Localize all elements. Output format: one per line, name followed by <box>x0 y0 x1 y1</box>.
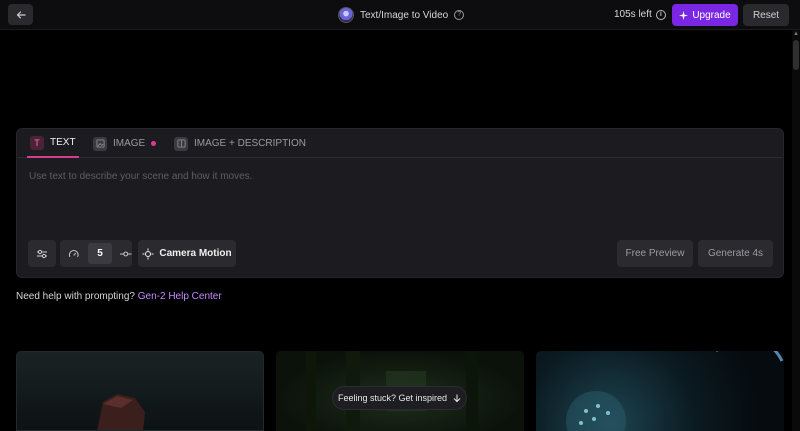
tab-image[interactable]: IMAGE <box>93 129 157 158</box>
generate-button[interactable]: Generate 4s <box>698 240 773 267</box>
inspiration-card[interactable] <box>16 351 264 431</box>
tab-label: IMAGE <box>113 138 146 149</box>
time-left-text: 105s left <box>614 9 652 20</box>
help-center-link[interactable]: Gen-2 Help Center <box>138 291 222 302</box>
arrow-left-icon <box>16 10 26 19</box>
scroll-up-arrow-icon[interactable]: ▲ <box>792 30 800 38</box>
get-inspired-button[interactable]: Feeling stuck? Get inspired <box>332 386 467 410</box>
help-text: Need help with prompting? Gen-2 Help Cen… <box>16 291 222 302</box>
sliders-icon <box>37 249 47 258</box>
get-inspired-label: Feeling stuck? Get inspired <box>337 393 448 403</box>
card-image <box>566 351 784 431</box>
camera-motion-button[interactable]: Camera Motion <box>138 240 236 267</box>
tab-image-description[interactable]: IMAGE + DESCRIPTION <box>174 129 306 158</box>
info-icon[interactable]: i <box>655 9 666 20</box>
notification-dot <box>151 141 157 146</box>
tab-label: IMAGE + DESCRIPTION <box>194 138 306 149</box>
image-icon <box>93 136 107 151</box>
free-preview-button[interactable]: Free Preview <box>617 240 693 267</box>
tab-text[interactable]: T TEXT <box>27 129 79 158</box>
help-prompt-text: Need help with prompting? <box>16 291 135 302</box>
back-button[interactable] <box>8 4 33 25</box>
camera-motion-icon <box>142 248 154 259</box>
upgrade-button[interactable]: Upgrade <box>672 4 738 26</box>
scroll-thumb[interactable] <box>793 40 799 70</box>
top-bar: Text/Image to Video ? 105s left i Upgrad… <box>0 0 800 30</box>
motion-speed-value[interactable]: 5 <box>87 243 113 264</box>
question-icon[interactable]: ? <box>454 10 465 20</box>
slider-handle-icon[interactable] <box>120 249 132 259</box>
tab-label: TEXT <box>50 137 76 148</box>
page-scrollbar[interactable]: ▲ <box>792 30 800 431</box>
inspiration-card[interactable] <box>536 351 784 431</box>
arrow-down-icon <box>453 394 461 402</box>
prompt-panel: T TEXT IMAGE IMAGE + DESCRIPTION Use tex… <box>16 128 784 278</box>
avatar[interactable] <box>338 7 354 23</box>
prompt-input[interactable]: Use text to describe your scene and how … <box>29 171 252 182</box>
reset-button[interactable]: Reset <box>743 4 789 26</box>
card-image <box>97 394 145 430</box>
gauge-icon <box>68 249 79 257</box>
app-title-group: Text/Image to Video ? <box>338 6 465 24</box>
camera-motion-label: Camera Motion <box>159 248 232 259</box>
image-description-icon <box>174 136 188 151</box>
sparkle-icon <box>679 10 689 20</box>
mode-tabs: T TEXT IMAGE IMAGE + DESCRIPTION <box>17 129 783 158</box>
motion-speed-control[interactable]: 5 <box>60 240 132 267</box>
page-title: Text/Image to Video <box>360 9 449 21</box>
settings-button[interactable] <box>28 240 56 267</box>
upgrade-label: Upgrade <box>692 9 731 21</box>
text-icon: T <box>30 135 44 150</box>
credits-remaining: 105s left i <box>614 9 666 20</box>
